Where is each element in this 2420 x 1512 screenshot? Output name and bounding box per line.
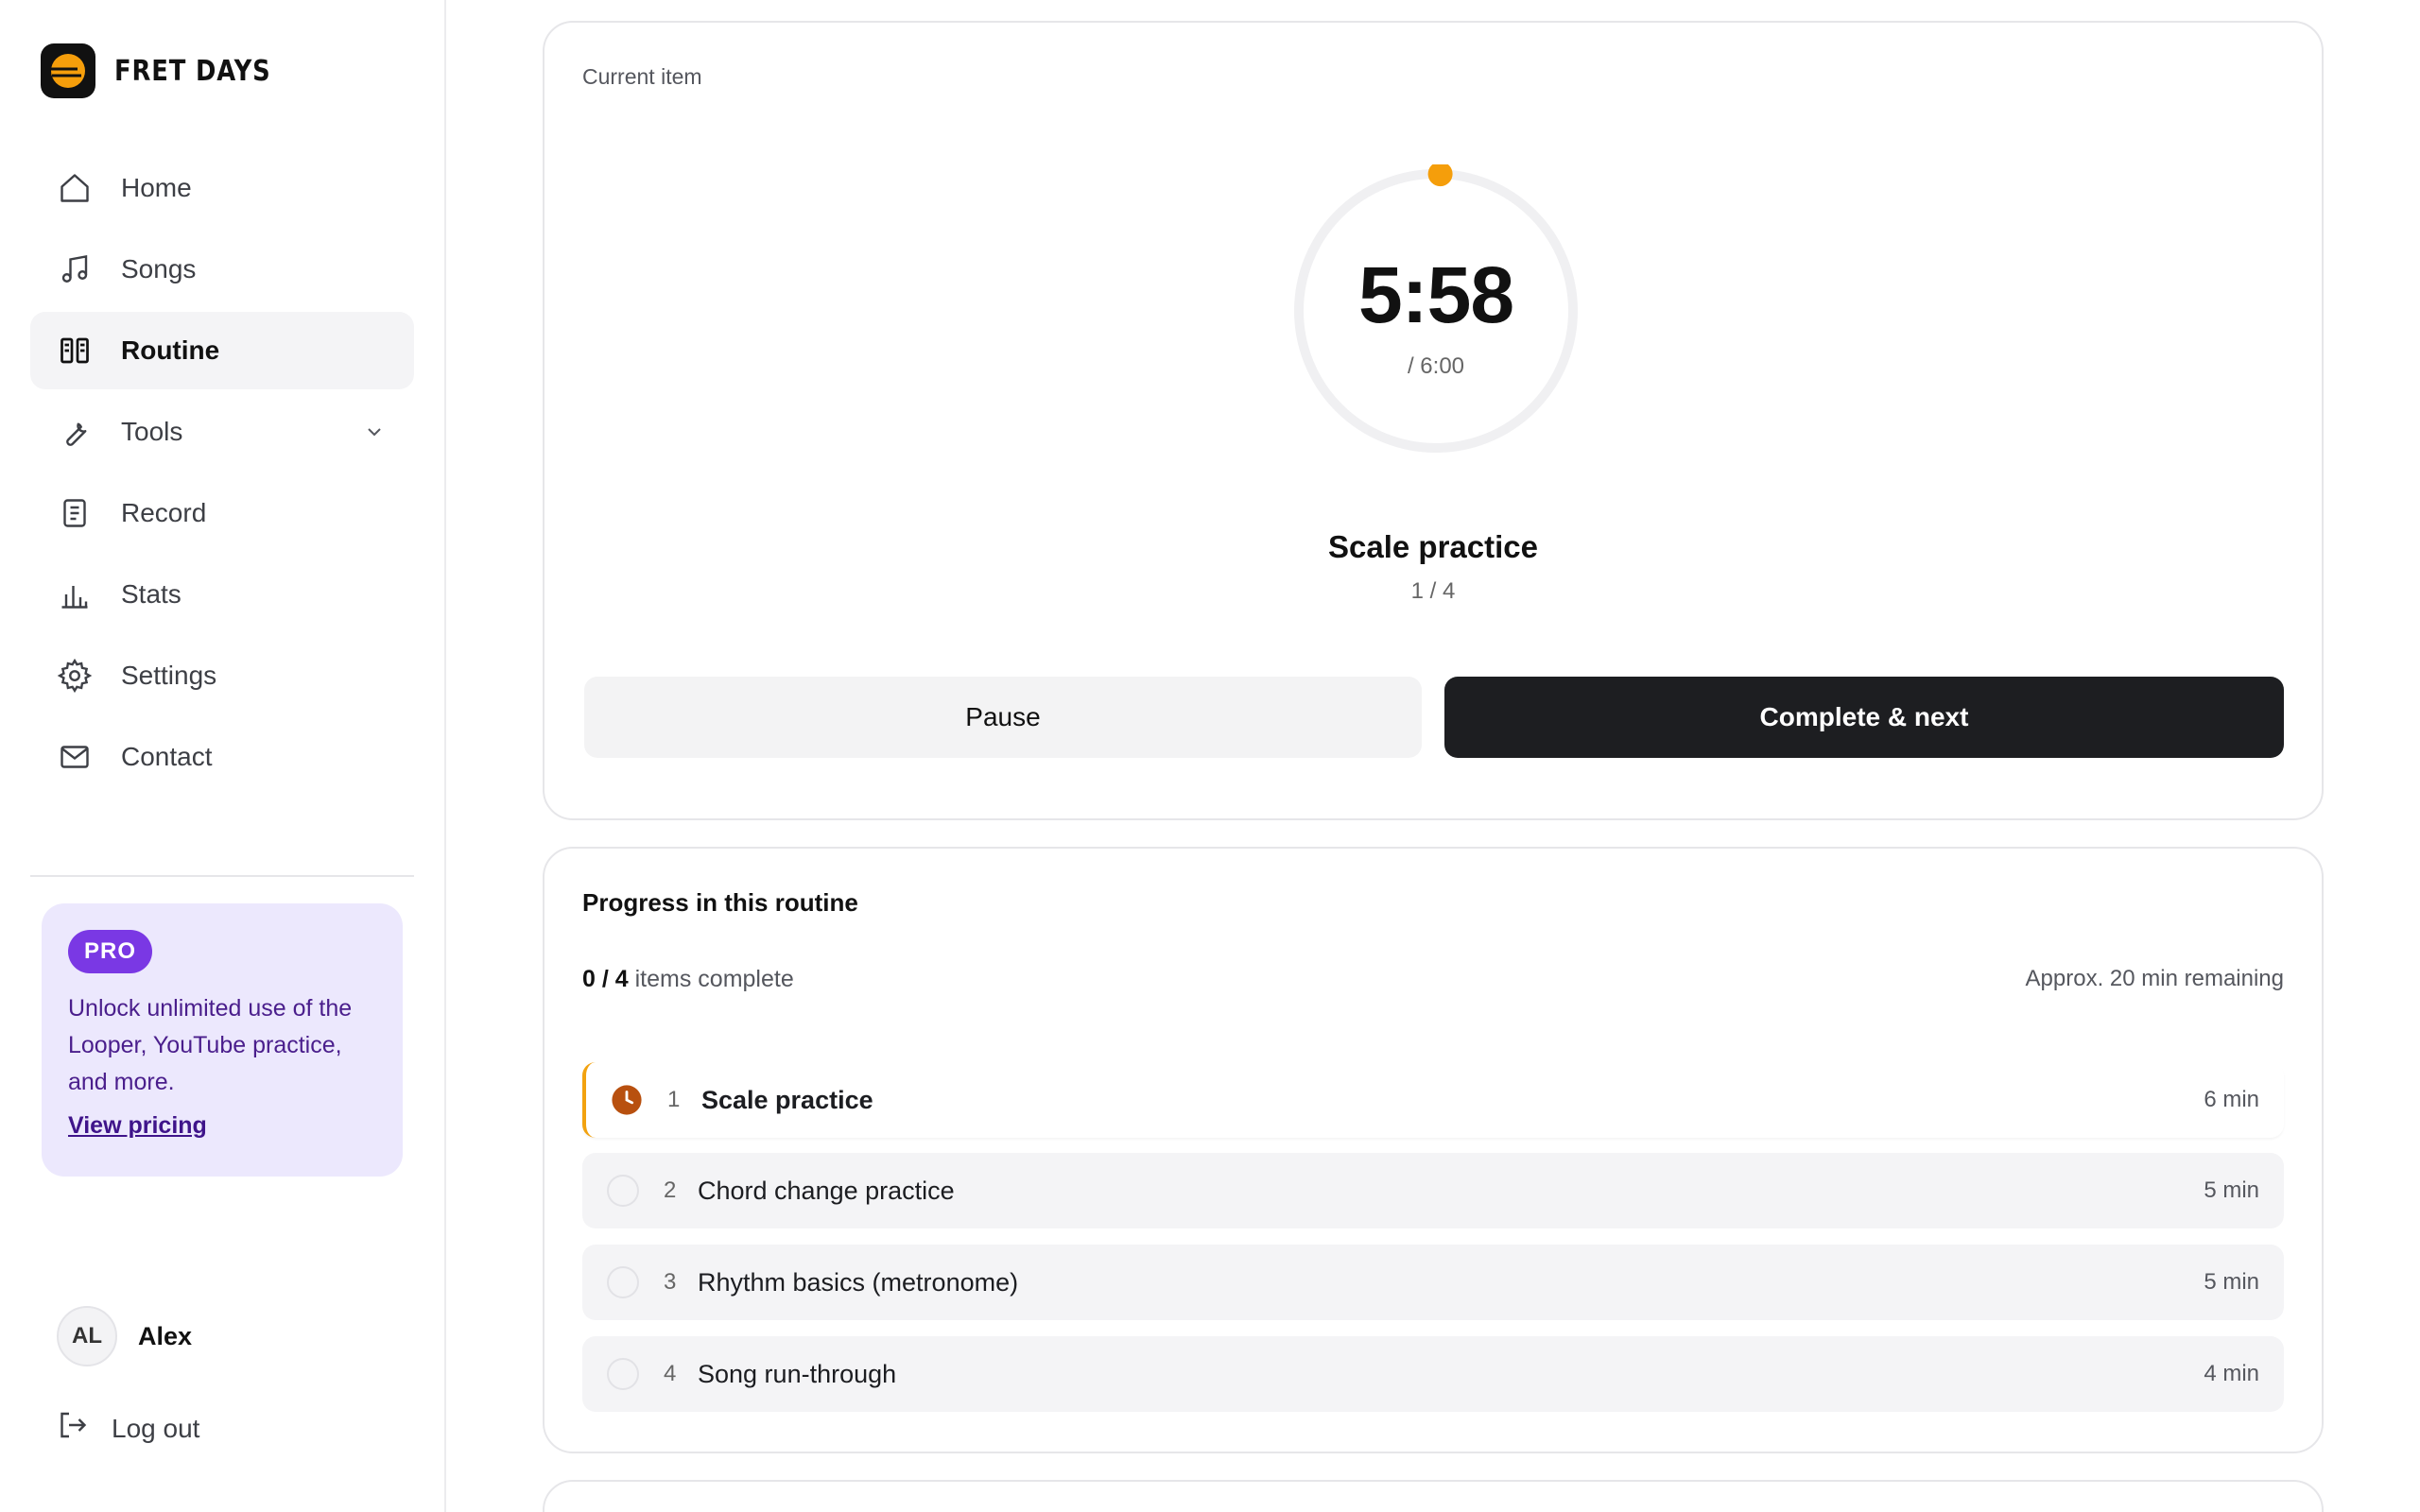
logout-label: Log out <box>112 1413 200 1443</box>
progress-summary: 0 / 4 items complete <box>582 966 794 993</box>
countdown-timer: 5:58 / 6:00 <box>1289 164 1582 457</box>
routine-item-name: Song run-through <box>698 1359 897 1388</box>
routine-icon <box>57 333 93 369</box>
brand-name: FRET DAYS <box>114 54 271 88</box>
items-complete-suffix: items complete <box>634 966 794 992</box>
nav-item-routine[interactable]: Routine <box>30 312 414 389</box>
avatar: AL <box>57 1306 117 1366</box>
guitar-pick-icon <box>41 43 95 98</box>
status-circle-icon <box>607 1266 639 1298</box>
nav-item-home[interactable]: Home <box>30 149 414 227</box>
bar-chart-icon <box>57 576 93 612</box>
timer-remaining: 5:58 <box>1357 250 1514 339</box>
nav-item-stats[interactable]: Stats <box>30 556 414 633</box>
routine-item-list: 1 Scale practice 6 min 2 Chord change pr… <box>582 1062 2284 1428</box>
timer-progress-dot <box>1427 164 1453 187</box>
nav-label: Home <box>121 173 192 202</box>
main-nav: Home Songs Routine Tools Record Stats Se… <box>30 149 414 799</box>
pro-badge: PRO <box>68 930 153 973</box>
user-name: Alex <box>138 1321 193 1350</box>
complete-next-button[interactable]: Complete & next <box>1444 677 2284 758</box>
nav-label: Record <box>121 498 207 527</box>
music-note-icon <box>57 251 93 287</box>
routine-item-number: 1 <box>667 1087 681 1112</box>
home-icon <box>57 170 93 206</box>
routine-item-name: Scale practice <box>701 1085 873 1114</box>
time-remaining: Approx. 20 min remaining <box>2025 966 2284 991</box>
routine-item-duration: 4 min <box>2204 1361 2259 1386</box>
nav-label: Tools <box>121 417 183 446</box>
routine-item[interactable]: 2 Chord change practice 5 min <box>582 1153 2284 1228</box>
timer-total: / 6:00 <box>1407 353 1465 379</box>
current-item-card: Current item 5:58 / 6:00 Scale practice … <box>543 21 2324 820</box>
status-circle-icon <box>607 1175 639 1207</box>
nav-label: Settings <box>121 661 217 690</box>
nav-item-settings[interactable]: Settings <box>30 637 414 714</box>
pro-description: Unlock unlimited use of the Looper, YouT… <box>68 995 353 1095</box>
clock-icon <box>611 1084 643 1116</box>
brand-logo[interactable]: FRET DAYS <box>41 43 297 98</box>
app: FRET DAYS Home Songs Routine Tools Recor… <box>0 0 2420 1512</box>
pause-button[interactable]: Pause <box>584 677 1422 758</box>
routine-item-duration: 5 min <box>2204 1269 2259 1295</box>
items-complete-count: 0 / 4 <box>582 966 629 992</box>
nav-label: Routine <box>121 335 220 365</box>
wrench-icon <box>57 414 93 450</box>
routine-item-duration: 6 min <box>2204 1087 2259 1112</box>
routine-item-number: 4 <box>664 1361 677 1386</box>
gear-icon <box>57 658 93 694</box>
routine-progress-card: Progress in this routine 0 / 4 items com… <box>543 847 2324 1453</box>
sidebar-divider <box>30 875 414 877</box>
nav-item-songs[interactable]: Songs <box>30 231 414 308</box>
user-profile[interactable]: AL Alex <box>57 1306 192 1366</box>
logout-icon <box>55 1408 89 1449</box>
routine-item-number: 2 <box>664 1177 677 1203</box>
current-item-label: Current item <box>582 64 702 89</box>
nav-item-contact[interactable]: Contact <box>30 718 414 796</box>
chevron-down-icon[interactable] <box>363 420 386 450</box>
routine-item[interactable]: 1 Scale practice 6 min <box>582 1062 2284 1138</box>
nav-item-tools[interactable]: Tools <box>30 393 414 471</box>
routine-item-name: Rhythm basics (metronome) <box>698 1267 1019 1297</box>
status-circle-icon <box>607 1358 639 1390</box>
nav-label: Songs <box>121 254 197 284</box>
next-section-card <box>543 1480 2324 1512</box>
sidebar: FRET DAYS Home Songs Routine Tools Recor… <box>0 0 446 1512</box>
logout-button[interactable]: Log out <box>55 1408 199 1449</box>
view-pricing-link[interactable]: View pricing <box>68 1112 207 1140</box>
current-item-title: Scale practice <box>1328 529 1538 564</box>
clipboard-icon <box>57 495 93 531</box>
nav-label: Contact <box>121 742 213 771</box>
routine-item-duration: 5 min <box>2204 1177 2259 1203</box>
routine-item[interactable]: 4 Song run-through 4 min <box>582 1336 2284 1412</box>
mail-icon <box>57 739 93 775</box>
routine-item-number: 3 <box>664 1269 677 1295</box>
nav-label: Stats <box>121 579 182 609</box>
progress-title: Progress in this routine <box>582 888 858 917</box>
current-item-position: 1 / 4 <box>1410 578 1456 604</box>
routine-item-name: Chord change practice <box>698 1176 955 1205</box>
nav-item-record[interactable]: Record <box>30 474 414 552</box>
routine-item[interactable]: 3 Rhythm basics (metronome) 5 min <box>582 1245 2284 1320</box>
pro-upsell-card: PRO Unlock unlimited use of the Looper, … <box>42 903 403 1177</box>
